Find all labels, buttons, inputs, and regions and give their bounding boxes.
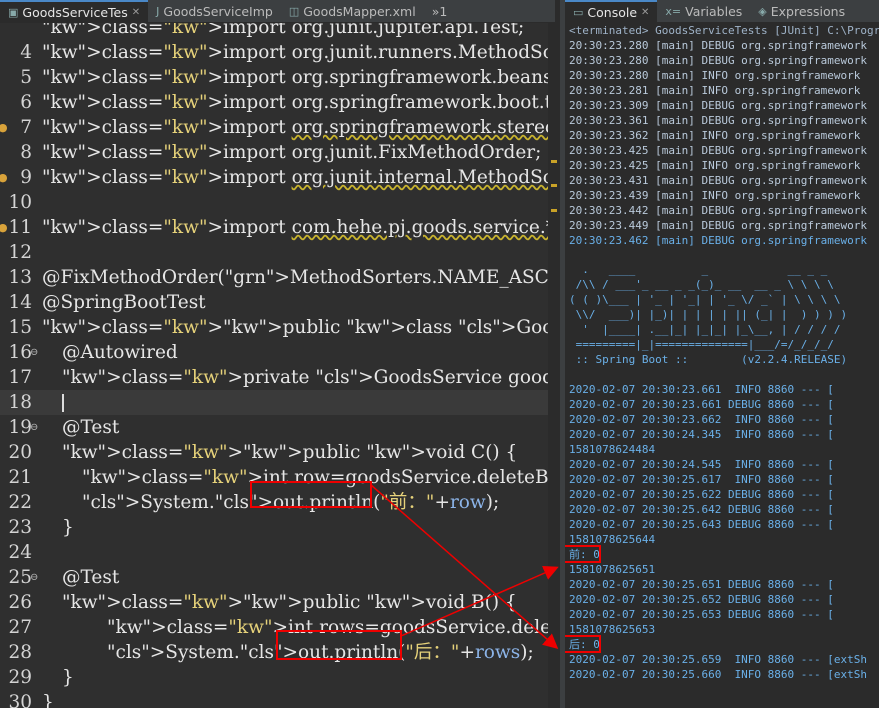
- after-print-highlight: [276, 630, 402, 660]
- arrow-to-before-output: [370, 484, 559, 649]
- before-print-highlight: [250, 481, 372, 508]
- annotation-arrows: [370, 484, 559, 649]
